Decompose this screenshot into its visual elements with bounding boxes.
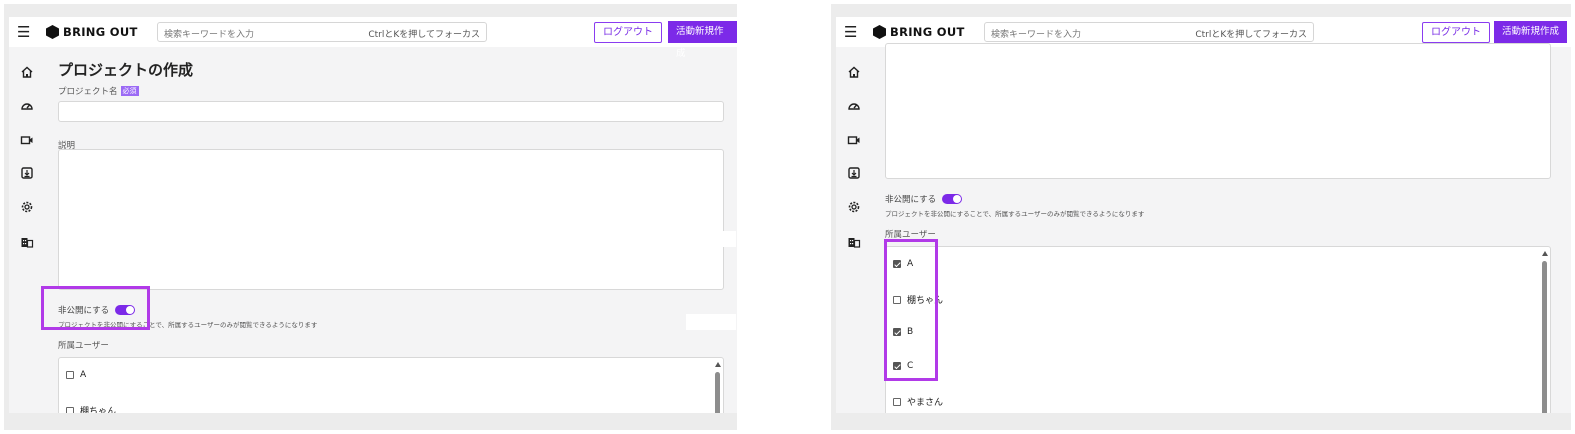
scroll-up-arrow-icon[interactable] — [715, 362, 721, 367]
project-name-label-text: プロジェクト名 — [58, 87, 118, 97]
description-textarea[interactable] — [885, 43, 1551, 179]
member-checkbox[interactable] — [66, 371, 74, 379]
highlight-private-toggle — [41, 286, 150, 330]
project-create-form: 非公開にする プロジェクトを非公開にすることで、所属するユーザーのみが閲覧できる… — [881, 43, 1559, 413]
sidebar — [836, 47, 872, 413]
member-list-scrollbar[interactable] — [1542, 251, 1548, 413]
dashboard-gauge-icon[interactable] — [847, 99, 861, 113]
dashboard-gauge-icon[interactable] — [20, 99, 34, 113]
project-name-label: プロジェクト名 必須 — [58, 85, 139, 97]
member-list-scrollbar[interactable] — [715, 362, 721, 413]
scrollbar-thumb[interactable] — [715, 372, 720, 413]
description-textarea[interactable] — [58, 149, 724, 290]
search-placeholder: 検索キーワードを入力 — [164, 30, 255, 40]
search-shortcut-hint: CtrlとKを押してフォーカス — [368, 30, 480, 40]
scroll-up-arrow-icon[interactable] — [1542, 251, 1548, 256]
scrollbar-thumb[interactable] — [1542, 261, 1547, 413]
project-name-input[interactable] — [58, 101, 724, 122]
download-box-icon[interactable] — [847, 166, 861, 180]
private-description: プロジェクトを非公開にすることで、所属するユーザーのみが閲覧できるようになります — [885, 210, 1145, 218]
settings-gear-icon[interactable] — [847, 200, 861, 214]
app-window: ☰ BRING OUT 検索キーワードを入力 CtrlとKを押してフォーカス ロ… — [836, 17, 1571, 413]
video-camera-icon[interactable] — [847, 133, 861, 147]
hamburger-menu-icon[interactable]: ☰ — [17, 24, 30, 40]
private-label: 非公開にする — [885, 195, 937, 205]
logo-cube-icon — [46, 25, 59, 39]
member-name: やまさん — [907, 398, 944, 408]
top-header: ☰ BRING OUT 検索キーワードを入力 CtrlとKを押してフォーカス ロ… — [9, 17, 737, 59]
new-activity-button[interactable]: 活動新規作成 — [668, 21, 737, 59]
logout-button[interactable]: ログアウト — [594, 22, 662, 43]
download-box-icon[interactable] — [20, 166, 34, 180]
members-label: 所属ユーザー — [58, 341, 109, 351]
logo-cube-icon — [873, 25, 886, 39]
search-input[interactable]: 検索キーワードを入力 CtrlとKを押してフォーカス — [984, 22, 1314, 42]
list-item[interactable]: 棚ちゃん — [66, 404, 116, 413]
private-toggle-row: 非公開にする — [885, 193, 963, 205]
blank-overlay — [716, 231, 736, 247]
settings-gear-icon[interactable] — [20, 200, 34, 214]
home-icon[interactable] — [20, 65, 34, 79]
new-activity-button[interactable]: 活動新規作成 — [1494, 21, 1568, 43]
member-checkbox[interactable] — [66, 406, 74, 413]
sidebar — [9, 47, 45, 413]
required-badge: 必須 — [120, 86, 139, 96]
search-shortcut-hint: CtrlとKを押してフォーカス — [1195, 30, 1307, 40]
member-name: A — [80, 370, 87, 380]
member-list[interactable]: A 棚ちゃん B C やまさん — [885, 246, 1551, 413]
app-window: ☰ BRING OUT 検索キーワードを入力 CtrlとKを押してフォーカス ロ… — [9, 17, 737, 413]
project-create-form: プロジェクトの作成 プロジェクト名 必須 説明 非公開にする プロジェクトを非公開… — [54, 47, 725, 413]
screenshot-before-panel: ☰ BRING OUT 検索キーワードを入力 CtrlとKを押してフォーカス ロ… — [4, 4, 737, 430]
member-checkbox[interactable] — [893, 397, 901, 406]
page-title: プロジェクトの作成 — [58, 61, 194, 79]
search-input[interactable]: 検索キーワードを入力 CtrlとKを押してフォーカス — [157, 22, 487, 42]
building-icon[interactable] — [847, 235, 861, 249]
member-list[interactable]: A 棚ちゃん — [58, 357, 724, 413]
brand-logo[interactable]: BRING OUT — [46, 24, 138, 40]
hamburger-menu-icon[interactable]: ☰ — [844, 24, 857, 40]
video-camera-icon[interactable] — [20, 133, 34, 147]
member-name: 棚ちゃん — [80, 407, 117, 413]
home-icon[interactable] — [847, 65, 861, 79]
highlight-checked-users — [884, 239, 938, 381]
logo-text: BRING OUT — [63, 25, 138, 39]
screenshot-after-panel: ☰ BRING OUT 検索キーワードを入力 CtrlとKを押してフォーカス ロ… — [831, 4, 1571, 430]
logout-button[interactable]: ログアウト — [1422, 22, 1490, 43]
blank-overlay — [686, 314, 736, 330]
list-item[interactable]: A — [66, 370, 86, 380]
brand-logo[interactable]: BRING OUT — [873, 24, 965, 40]
building-icon[interactable] — [20, 235, 34, 249]
list-item[interactable]: やまさん — [893, 395, 943, 408]
private-toggle[interactable] — [942, 194, 963, 204]
search-placeholder: 検索キーワードを入力 — [991, 30, 1082, 40]
logo-text: BRING OUT — [890, 25, 965, 39]
